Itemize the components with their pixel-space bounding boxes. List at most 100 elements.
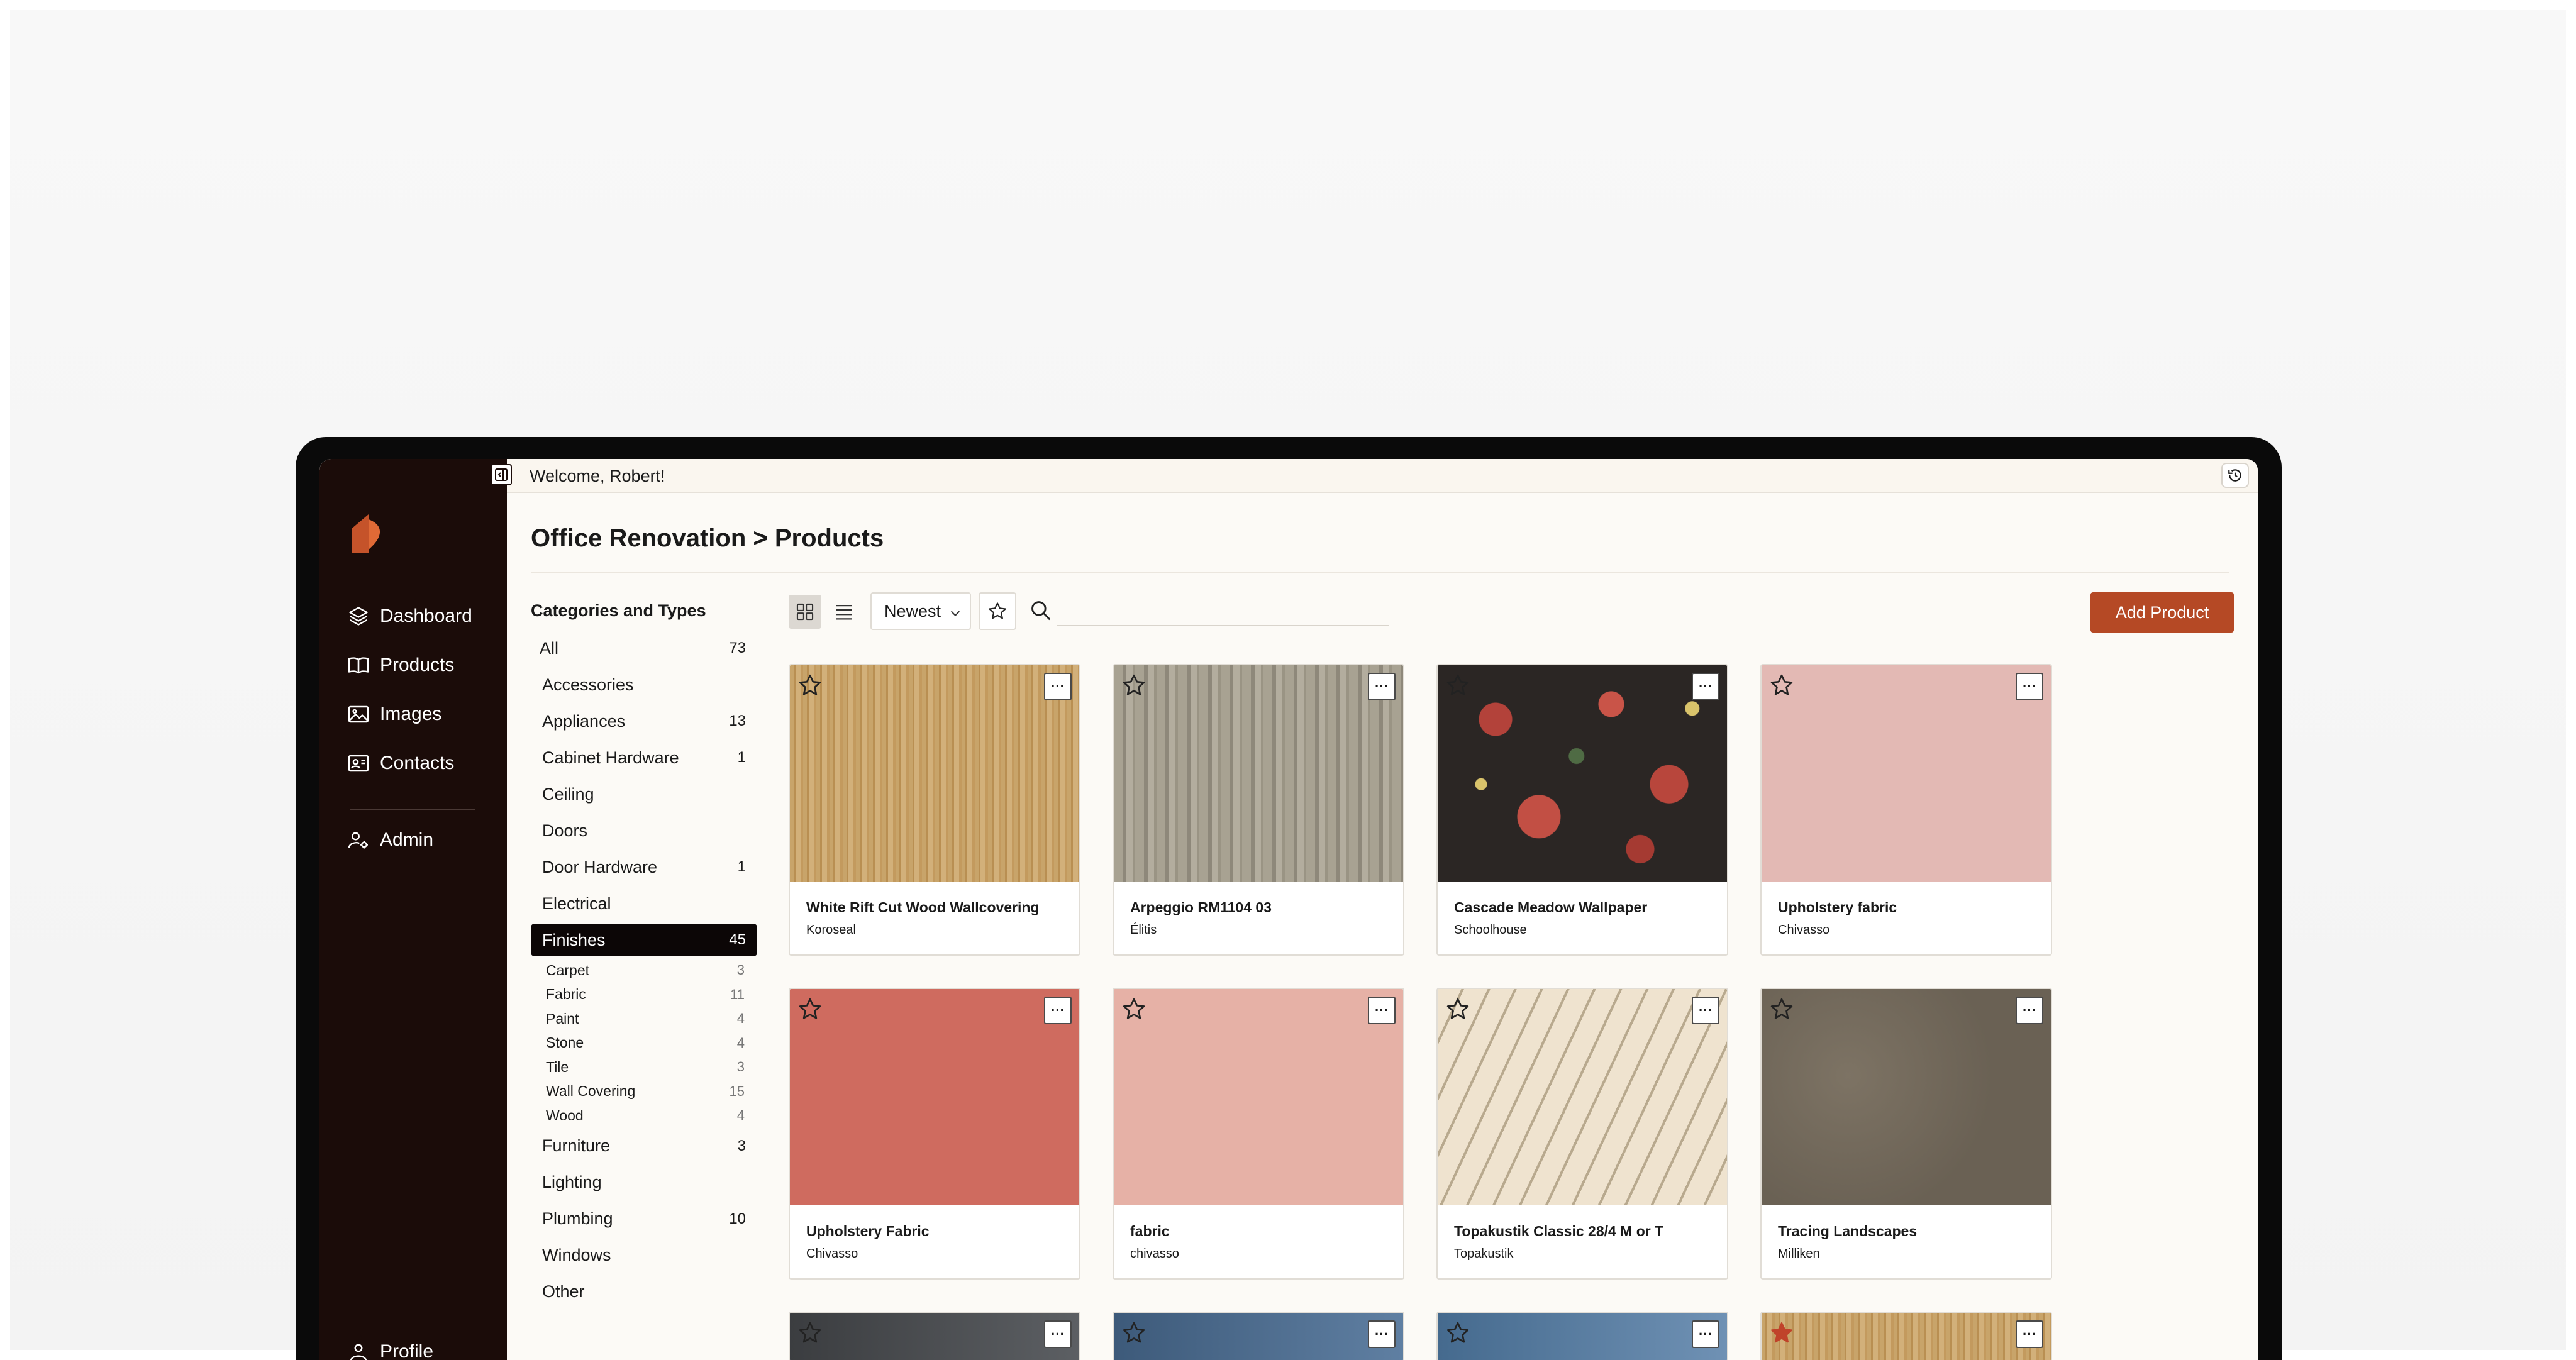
search-input[interactable]: [1057, 596, 1389, 626]
favorite-star-icon[interactable]: [1445, 673, 1470, 698]
category-item[interactable]: Other: [531, 1274, 757, 1310]
category-list: All 73 Accessories Appliances 13 Cabinet Ha…: [531, 630, 757, 1310]
category-item-active[interactable]: Finishes 45: [531, 924, 757, 956]
more-options-button[interactable]: ···: [1692, 1320, 1719, 1348]
more-options-button[interactable]: ···: [2016, 1320, 2043, 1348]
product-thumbnail[interactable]: [1762, 1313, 2051, 1360]
product-thumbnail[interactable]: [790, 989, 1079, 1205]
favorite-star-icon[interactable]: [1769, 997, 1794, 1022]
category-item[interactable]: Appliances 13: [531, 703, 757, 739]
history-button[interactable]: [2221, 463, 2249, 488]
category-item[interactable]: Ceiling: [531, 776, 757, 812]
favorite-star-icon[interactable]: [797, 673, 823, 698]
category-item[interactable]: Plumbing 10: [531, 1201, 757, 1237]
grid-view-toggle[interactable]: [789, 595, 821, 629]
product-thumbnail[interactable]: [1114, 1313, 1403, 1360]
product-card[interactable]: ··· fabric chivasso: [1113, 988, 1404, 1280]
product-card[interactable]: ···: [1760, 1312, 2052, 1360]
product-card[interactable]: ··· Tracing Landscapes Milliken: [1760, 988, 2052, 1280]
favorite-star-icon[interactable]: [797, 1320, 823, 1346]
product-card[interactable]: ··· Topakustik Classic 28/4 M or T Topakus…: [1436, 988, 1728, 1280]
welcome-message: Welcome, Robert!: [530, 467, 665, 485]
category-count: 1: [737, 749, 746, 766]
product-card[interactable]: ···: [789, 1312, 1080, 1360]
more-options-button[interactable]: ···: [1044, 1320, 1072, 1348]
product-thumbnail[interactable]: [790, 1313, 1079, 1360]
category-item[interactable]: Electrical: [531, 885, 757, 922]
favorite-star-icon[interactable]: [1121, 673, 1146, 698]
category-label: Paint: [546, 1010, 579, 1027]
product-thumbnail[interactable]: [1438, 989, 1727, 1205]
app-window: Dashboard Products Images Contacts Admin…: [319, 459, 2258, 1360]
history-icon: [2228, 469, 2241, 482]
add-product-button[interactable]: Add Product: [2090, 592, 2234, 633]
list-view-toggle[interactable]: [828, 595, 860, 629]
more-options-button[interactable]: ···: [1044, 673, 1072, 700]
favorite-star-icon[interactable]: [797, 997, 823, 1022]
category-item[interactable]: Cabinet Hardware 1: [531, 739, 757, 776]
subcategory-item[interactable]: Wood 4: [531, 1103, 757, 1128]
subcategory-item[interactable]: Tile 3: [531, 1055, 757, 1080]
ellipsis-icon: ···: [1699, 678, 1713, 694]
product-thumbnail[interactable]: [1762, 665, 2051, 882]
ellipsis-icon: ···: [1699, 1326, 1713, 1342]
category-count: 3: [736, 962, 745, 978]
product-card[interactable]: ··· Upholstery Fabric Chivasso: [789, 988, 1080, 1280]
search-icon[interactable]: [1029, 599, 1053, 622]
category-item[interactable]: Furniture 3: [531, 1128, 757, 1164]
subcategory-item[interactable]: Wall Covering 15: [531, 1080, 757, 1104]
brand-logo-icon[interactable]: [350, 513, 386, 555]
category-item[interactable]: Door Hardware 1: [531, 849, 757, 885]
product-thumbnail[interactable]: [1438, 665, 1727, 882]
product-thumbnail[interactable]: [1438, 1313, 1727, 1360]
list-icon: [836, 604, 852, 620]
category-item[interactable]: Accessories: [531, 666, 757, 703]
favorites-filter-button[interactable]: [979, 592, 1016, 630]
sidebar-item-contacts[interactable]: Contacts: [347, 749, 454, 777]
product-card[interactable]: ··· Cascade Meadow Wallpaper Schoolhouse: [1436, 664, 1728, 956]
collapse-sidebar-button[interactable]: [491, 464, 512, 485]
favorite-star-icon[interactable]: [1769, 1320, 1794, 1346]
more-options-button[interactable]: ···: [1368, 673, 1396, 700]
category-count: 4: [736, 1034, 745, 1051]
subcategory-item[interactable]: Paint 4: [531, 1007, 757, 1031]
sort-select[interactable]: Newest: [870, 592, 971, 630]
product-card[interactable]: ··· White Rift Cut Wood Wallcovering Koros…: [789, 664, 1080, 956]
favorite-star-icon[interactable]: [1121, 997, 1146, 1022]
favorite-star-icon[interactable]: [1769, 673, 1794, 698]
favorite-star-icon[interactable]: [1445, 1320, 1470, 1346]
subcategory-item[interactable]: Stone 4: [531, 1031, 757, 1056]
product-thumbnail[interactable]: [1762, 989, 2051, 1205]
sidebar-item-images[interactable]: Images: [347, 700, 441, 728]
category-count: 10: [729, 1210, 746, 1227]
product-card[interactable]: ··· Upholstery fabric Chivasso: [1760, 664, 2052, 956]
more-options-button[interactable]: ···: [1368, 1320, 1396, 1348]
favorite-star-icon[interactable]: [1121, 1320, 1146, 1346]
product-thumbnail[interactable]: [790, 665, 1079, 882]
sidebar-item-admin[interactable]: Admin: [347, 826, 433, 854]
category-item-all[interactable]: All 73: [531, 630, 757, 666]
more-options-button[interactable]: ···: [2016, 673, 2043, 700]
more-options-button[interactable]: ···: [1368, 997, 1396, 1024]
subcategory-item[interactable]: Carpet 3: [531, 958, 757, 983]
more-options-button[interactable]: ···: [1044, 997, 1072, 1024]
product-brand: Chivasso: [806, 1247, 858, 1261]
sidebar-item-profile[interactable]: Profile: [347, 1338, 433, 1360]
favorite-star-icon[interactable]: [1445, 997, 1470, 1022]
sort-value: Newest: [884, 601, 941, 621]
more-options-button[interactable]: ···: [2016, 997, 2043, 1024]
more-options-button[interactable]: ···: [1692, 997, 1719, 1024]
sidebar-item-dashboard[interactable]: Dashboard: [347, 602, 472, 630]
category-item[interactable]: Doors: [531, 812, 757, 849]
product-thumbnail[interactable]: [1114, 989, 1403, 1205]
ellipsis-icon: ···: [1699, 1002, 1713, 1018]
product-card[interactable]: ···: [1113, 1312, 1404, 1360]
more-options-button[interactable]: ···: [1692, 673, 1719, 700]
category-item[interactable]: Lighting: [531, 1164, 757, 1201]
category-item[interactable]: Windows: [531, 1237, 757, 1274]
product-thumbnail[interactable]: [1114, 665, 1403, 882]
subcategory-item[interactable]: Fabric 11: [531, 983, 757, 1007]
sidebar-item-products[interactable]: Products: [347, 651, 454, 679]
product-card[interactable]: ··· Arpeggio RM1104 03 Élitis: [1113, 664, 1404, 956]
product-card[interactable]: ···: [1436, 1312, 1728, 1360]
